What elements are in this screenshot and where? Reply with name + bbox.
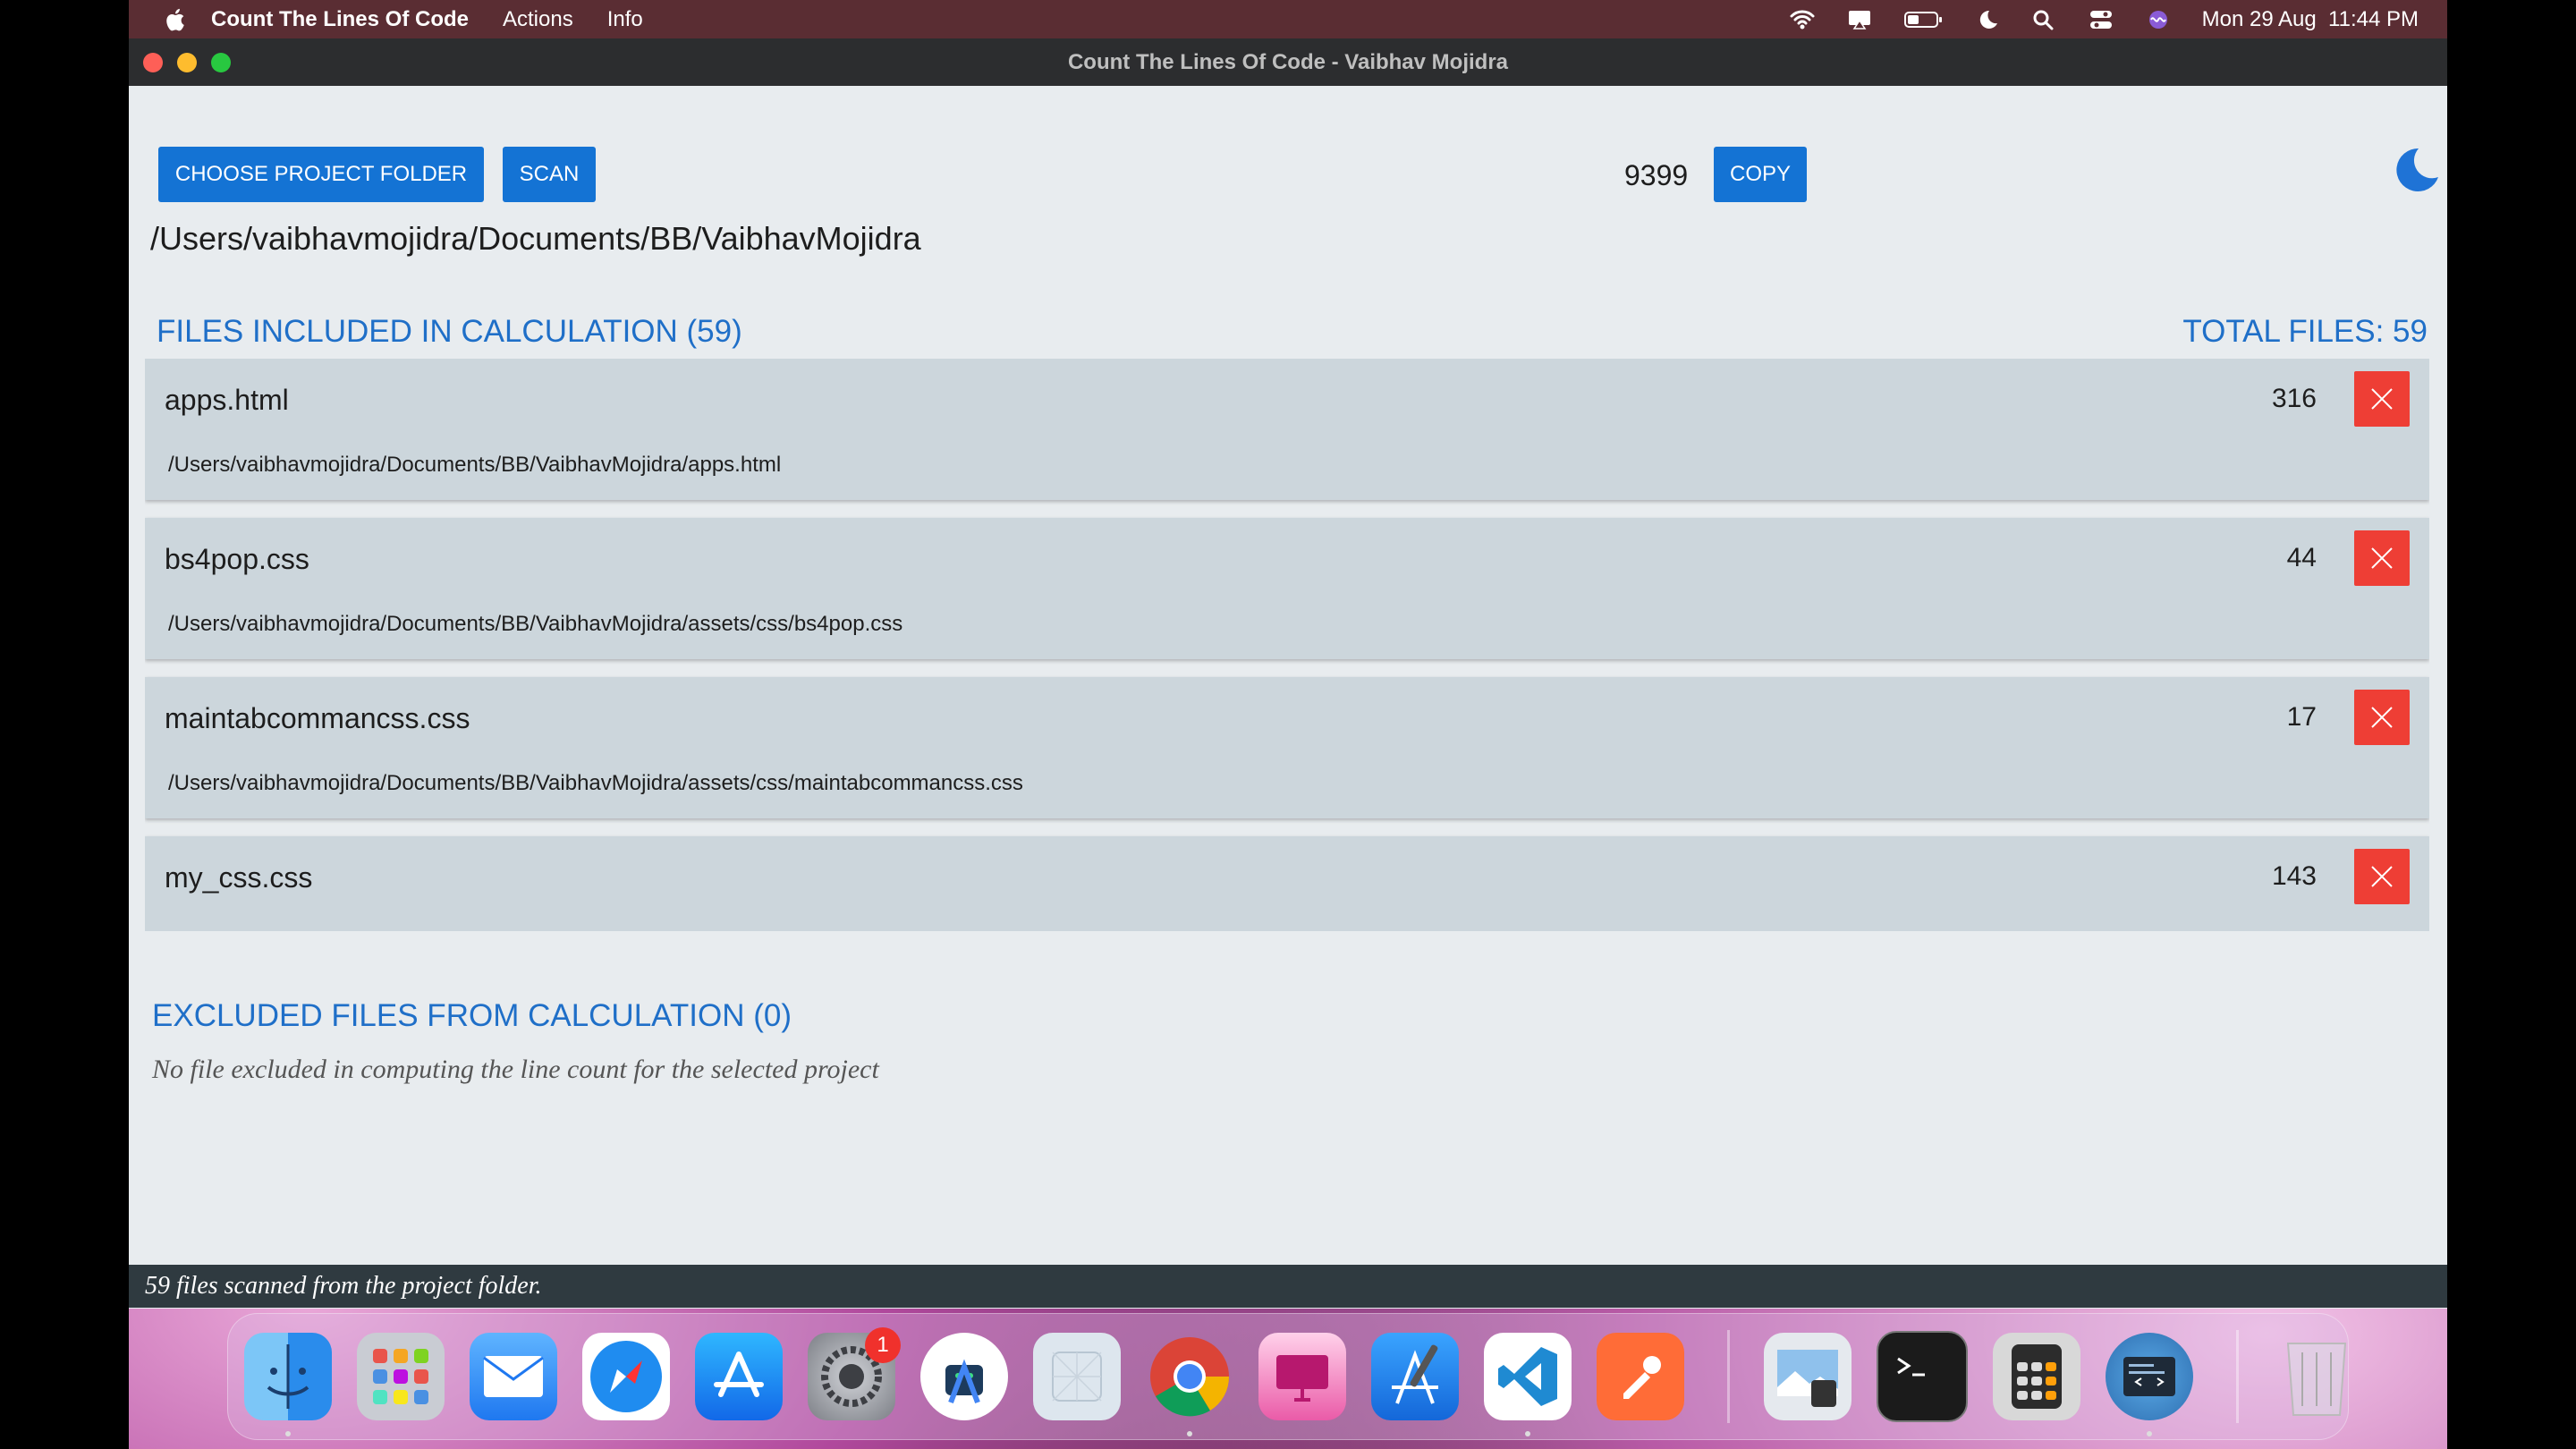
copy-button[interactable]: COPY [1714,147,1807,202]
remove-file-button[interactable] [2354,530,2410,586]
choose-project-folder-button[interactable]: CHOOSE PROJECT FOLDER [158,147,484,202]
vscode-icon[interactable] [1484,1333,1572,1436]
excluded-files-note: No file excluded in computing the line c… [152,1055,879,1084]
total-files-count: TOTAL FILES: 59 [2182,314,2428,349]
menu-info[interactable]: Info [607,7,643,32]
minimize-window-button[interactable] [177,53,197,72]
close-icon [2371,388,2393,410]
dock-separator [1727,1330,1730,1423]
file-line-count: 17 [2286,702,2317,732]
simulator-icon[interactable] [1033,1333,1121,1420]
xcode-icon[interactable] [1371,1333,1459,1420]
safari-icon[interactable] [582,1333,670,1420]
control-center-icon[interactable] [2088,8,2114,31]
settings-badge: 1 [865,1327,901,1363]
window-titlebar: Count The Lines Of Code - Vaibhav Mojidr… [129,38,2447,86]
android-studio-icon[interactable] [920,1333,1008,1420]
postman-icon[interactable] [1597,1333,1684,1420]
menu-bar: Count The Lines Of Code Actions Info Mon… [129,0,2447,38]
file-name: apps.html [165,384,289,416]
menu-bar-status: Mon 29 Aug 11:44 PM [1789,7,2419,32]
file-name: my_css.css [165,861,313,894]
terminal-icon[interactable] [1877,1331,1968,1422]
apple-icon[interactable] [163,6,190,33]
file-card: bs4pop.css 44 /Users/vaibhavmojidra/Docu… [145,518,2429,659]
file-line-count: 316 [2271,384,2317,413]
window-controls [143,53,231,72]
mail-icon[interactable] [470,1333,557,1420]
code-app-icon[interactable] [2106,1333,2193,1436]
remove-file-button[interactable] [2354,849,2410,904]
total-line-count: 9399 [1624,159,1689,191]
system-settings-icon[interactable]: 1 [808,1327,901,1420]
file-card: maintabcommancss.css 17 /Users/vaibhavmo… [145,677,2429,818]
screen-border-left [0,0,129,1449]
file-line-count: 44 [2286,543,2317,572]
dock: 1 [227,1313,2349,1440]
menu-app-name[interactable]: Count The Lines Of Code [211,7,469,32]
chrome-icon[interactable] [1146,1333,1233,1436]
status-bar: 59 files scanned from the project folder… [129,1265,2447,1308]
file-path: /Users/vaibhavmojidra/Documents/BB/Vaibh… [168,612,903,636]
focus-moon-icon[interactable] [1973,8,2000,31]
file-name: bs4pop.css [165,543,309,575]
screen-border-right [2447,0,2576,1449]
preview-icon[interactable] [1764,1333,1852,1420]
screen-mirroring-icon[interactable] [1846,8,1873,31]
siri-icon[interactable] [2145,8,2172,31]
dock-separator [2236,1330,2239,1423]
file-path: /Users/vaibhavmojidra/Documents/BB/Vaibh… [168,453,782,477]
excluded-files-title: EXCLUDED FILES FROM CALCULATION (0) [152,998,792,1033]
spotlight-search-icon[interactable] [2030,8,2057,31]
close-icon [2371,707,2393,728]
remove-file-button[interactable] [2354,371,2410,427]
file-path: /Users/vaibhavmojidra/Documents/BB/Vaibh… [168,771,1023,795]
close-window-button[interactable] [143,53,163,72]
calculator-icon[interactable] [1993,1333,2080,1420]
file-card: apps.html 316 /Users/vaibhavmojidra/Docu… [145,359,2429,500]
file-card: my_css.css 143 [145,836,2429,931]
included-files-title: FILES INCLUDED IN CALCULATION (59) [157,314,742,349]
file-line-count: 143 [2271,861,2317,891]
close-icon [2371,547,2393,569]
project-path: /Users/vaibhavmojidra/Documents/BB/Vaibh… [150,220,921,257]
finder-icon[interactable] [244,1333,332,1436]
window-title: Count The Lines Of Code - Vaibhav Mojidr… [1067,49,1509,74]
remove-file-button[interactable] [2354,690,2410,745]
zoom-window-button[interactable] [211,53,231,72]
design-app-icon[interactable] [1258,1333,1346,1420]
battery-icon[interactable] [1903,8,1943,31]
status-text: 59 files scanned from the project folder… [145,1272,542,1300]
moon-icon[interactable] [2392,145,2442,195]
menu-bar-clock[interactable]: Mon 29 Aug 11:44 PM [2202,7,2419,32]
wifi-icon[interactable] [1789,8,1816,31]
trash-icon[interactable] [2273,1333,2360,1420]
app-store-icon[interactable] [695,1333,783,1420]
app-window: Count The Lines Of Code - Vaibhav Mojidr… [129,38,2447,1309]
close-icon [2371,866,2393,887]
file-name: maintabcommancss.css [165,702,470,734]
launchpad-icon[interactable] [357,1333,445,1420]
scan-button[interactable]: SCAN [503,147,596,202]
included-files-list: apps.html 316 /Users/vaibhavmojidra/Docu… [145,359,2429,931]
menu-actions[interactable]: Actions [503,7,573,32]
